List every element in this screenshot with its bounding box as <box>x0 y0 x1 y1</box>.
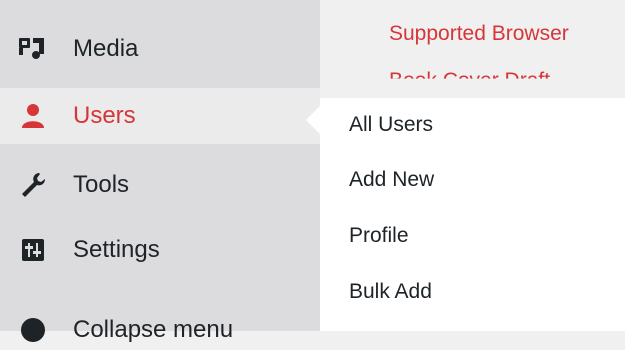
sidebar-item-settings[interactable]: Settings <box>0 222 320 278</box>
sidebar-item-label: Settings <box>73 236 160 263</box>
settings-icon <box>17 234 49 266</box>
submenu-item-bulk-add[interactable]: Bulk Add <box>349 280 432 304</box>
submenu-item-all-users[interactable]: All Users <box>349 113 433 137</box>
users-icon <box>17 100 49 132</box>
media-icon <box>17 33 49 65</box>
sidebar-item-label: Tools <box>73 171 130 198</box>
content-link-supported-browser[interactable]: Supported Browser <box>389 22 569 46</box>
sidebar-item-users[interactable]: Users <box>0 88 320 144</box>
submenu-item-profile[interactable]: Profile <box>349 224 409 248</box>
wrench-icon <box>17 169 49 201</box>
sidebar-item-collapse[interactable]: Collapse menu <box>0 310 320 350</box>
sidebar-item-media[interactable]: Media <box>0 21 320 77</box>
admin-sidebar: Media Users Tools Settings Collapse menu <box>0 0 320 343</box>
submenu-item-add-new[interactable]: Add New <box>349 168 434 192</box>
collapse-icon <box>17 314 49 346</box>
sidebar-item-tools[interactable]: Tools <box>0 157 320 213</box>
sidebar-item-label: Media <box>73 35 139 62</box>
sidebar-item-label: Users <box>73 102 136 129</box>
sidebar-item-label: Collapse menu <box>73 316 234 343</box>
content-link-book-cover-draft[interactable]: Book Cover Draft <box>389 69 550 79</box>
